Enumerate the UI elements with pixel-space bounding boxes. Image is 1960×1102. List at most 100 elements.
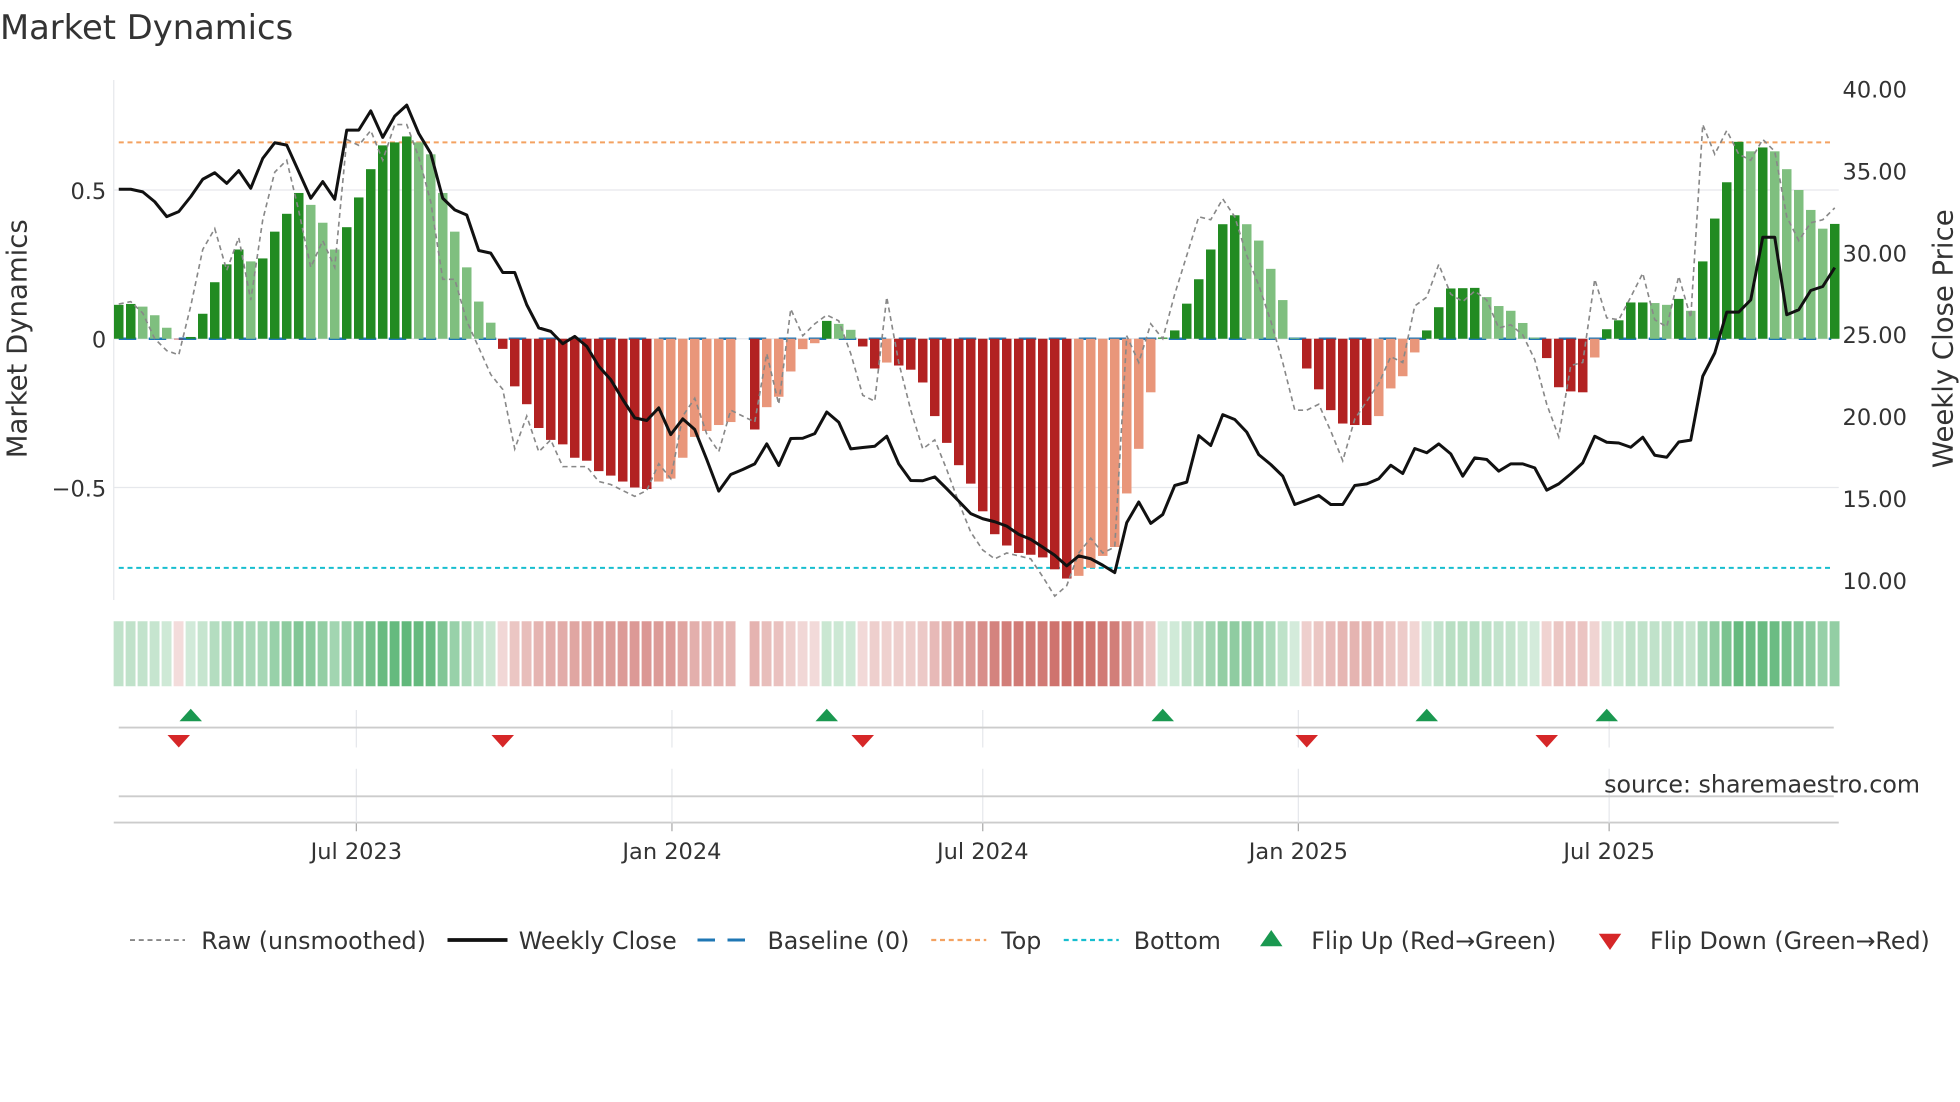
strip-cell <box>413 621 424 687</box>
strip-cell <box>197 621 208 687</box>
momentum-bar <box>270 231 280 339</box>
strip-cell <box>1529 621 1540 687</box>
strip-cell <box>1037 621 1048 687</box>
strip-cell <box>1421 621 1432 687</box>
momentum-bar <box>1350 338 1360 426</box>
momentum-bar <box>1218 224 1228 339</box>
flip-down-marker <box>851 735 874 748</box>
strip-cell <box>701 621 712 687</box>
strip-cell <box>437 621 448 687</box>
momentum-bar <box>1638 302 1648 339</box>
momentum-bar <box>1626 302 1636 339</box>
strip-cell <box>1445 621 1456 687</box>
momentum-bar <box>1314 338 1324 390</box>
right-tick-label: 40.00 <box>1843 78 1907 104</box>
strip-cell <box>785 621 796 687</box>
momentum-bar <box>990 338 1000 535</box>
strip-cell <box>797 621 808 687</box>
strip-cell <box>1373 621 1384 687</box>
strip-cell <box>1709 621 1720 687</box>
left-tick-label: 0 <box>92 328 106 354</box>
strip-cell <box>305 621 316 687</box>
momentum-bar <box>1302 338 1312 369</box>
strip-cell <box>1193 621 1204 687</box>
strip-cell <box>1181 621 1192 687</box>
momentum-bar <box>414 142 424 339</box>
strip-cell <box>1553 621 1564 687</box>
strip-cell <box>353 621 364 687</box>
momentum-bar <box>702 338 712 431</box>
strip-cell <box>521 621 532 687</box>
momentum-bar <box>1554 338 1564 388</box>
momentum-bar <box>774 338 784 397</box>
strip-cell <box>485 621 496 687</box>
momentum-bar <box>642 338 652 489</box>
momentum-bar <box>978 338 988 512</box>
momentum-bar <box>222 264 232 339</box>
momentum-bar <box>858 338 868 347</box>
momentum-bar <box>1050 338 1060 570</box>
strip-cell <box>605 621 616 687</box>
strip-cell <box>1241 621 1252 687</box>
strip-cell <box>293 621 304 687</box>
momentum-bar <box>150 315 160 339</box>
strip-cell <box>1265 621 1276 687</box>
momentum-bar <box>282 213 292 339</box>
momentum-bar <box>870 338 880 369</box>
momentum-bar <box>498 338 508 349</box>
momentum-bar <box>1290 337 1300 339</box>
right-tick-label: 15.00 <box>1843 487 1907 513</box>
momentum-bar <box>174 338 184 340</box>
strip-cell <box>149 621 160 687</box>
momentum-bar <box>822 320 832 339</box>
strip-cell <box>473 621 484 687</box>
strip-cell <box>1781 621 1792 687</box>
strip-cell <box>1325 621 1336 687</box>
momentum-bar <box>306 204 316 339</box>
momentum-bar <box>1482 297 1492 339</box>
strip-cell <box>1157 621 1168 687</box>
momentum-bar <box>1338 338 1348 424</box>
strip-cell <box>1721 621 1732 687</box>
momentum-bar <box>366 169 376 339</box>
left-tick-label: 0.5 <box>70 179 106 205</box>
right-tick-label: 10.00 <box>1843 569 1907 595</box>
right-tick-label: 30.00 <box>1843 241 1907 267</box>
legend-label: Baseline (0) <box>768 927 910 955</box>
momentum-bars <box>114 136 1840 579</box>
strip-cell <box>665 621 676 687</box>
strip-cell <box>1409 621 1420 687</box>
momentum-bar <box>714 338 724 426</box>
strip-cell <box>1121 621 1132 687</box>
strip-cell <box>1349 621 1360 687</box>
momentum-bar <box>1650 303 1660 339</box>
strip-cell <box>917 621 928 687</box>
right-tick-label: 35.00 <box>1843 159 1907 185</box>
momentum-bar <box>1578 338 1588 393</box>
strip-cell <box>773 621 784 687</box>
strip-cell <box>845 621 856 687</box>
strip-cell <box>1205 621 1216 687</box>
strip-cell <box>689 621 700 687</box>
momentum-bar <box>1830 223 1840 339</box>
x-tick-label: Jul 2023 <box>309 839 403 865</box>
flip-signals <box>118 708 1834 823</box>
momentum-bar <box>966 338 976 484</box>
strip-cell <box>1109 621 1120 687</box>
strip-cell <box>641 621 652 687</box>
momentum-bar <box>1242 224 1252 339</box>
flip-up-marker <box>815 708 838 722</box>
strip-cell <box>1817 621 1828 687</box>
momentum-bar <box>1182 303 1192 339</box>
momentum-bar <box>1098 338 1108 556</box>
momentum-bar <box>834 323 844 339</box>
strip-cell <box>269 621 280 687</box>
strip-cell <box>629 621 640 687</box>
momentum-bar <box>534 338 544 428</box>
momentum-bar <box>1410 338 1420 353</box>
strip-cell <box>1637 621 1648 687</box>
strip-cell <box>233 621 244 687</box>
momentum-bar <box>1746 151 1756 339</box>
strip-cell <box>1049 621 1060 687</box>
momentum-bar <box>318 222 328 339</box>
